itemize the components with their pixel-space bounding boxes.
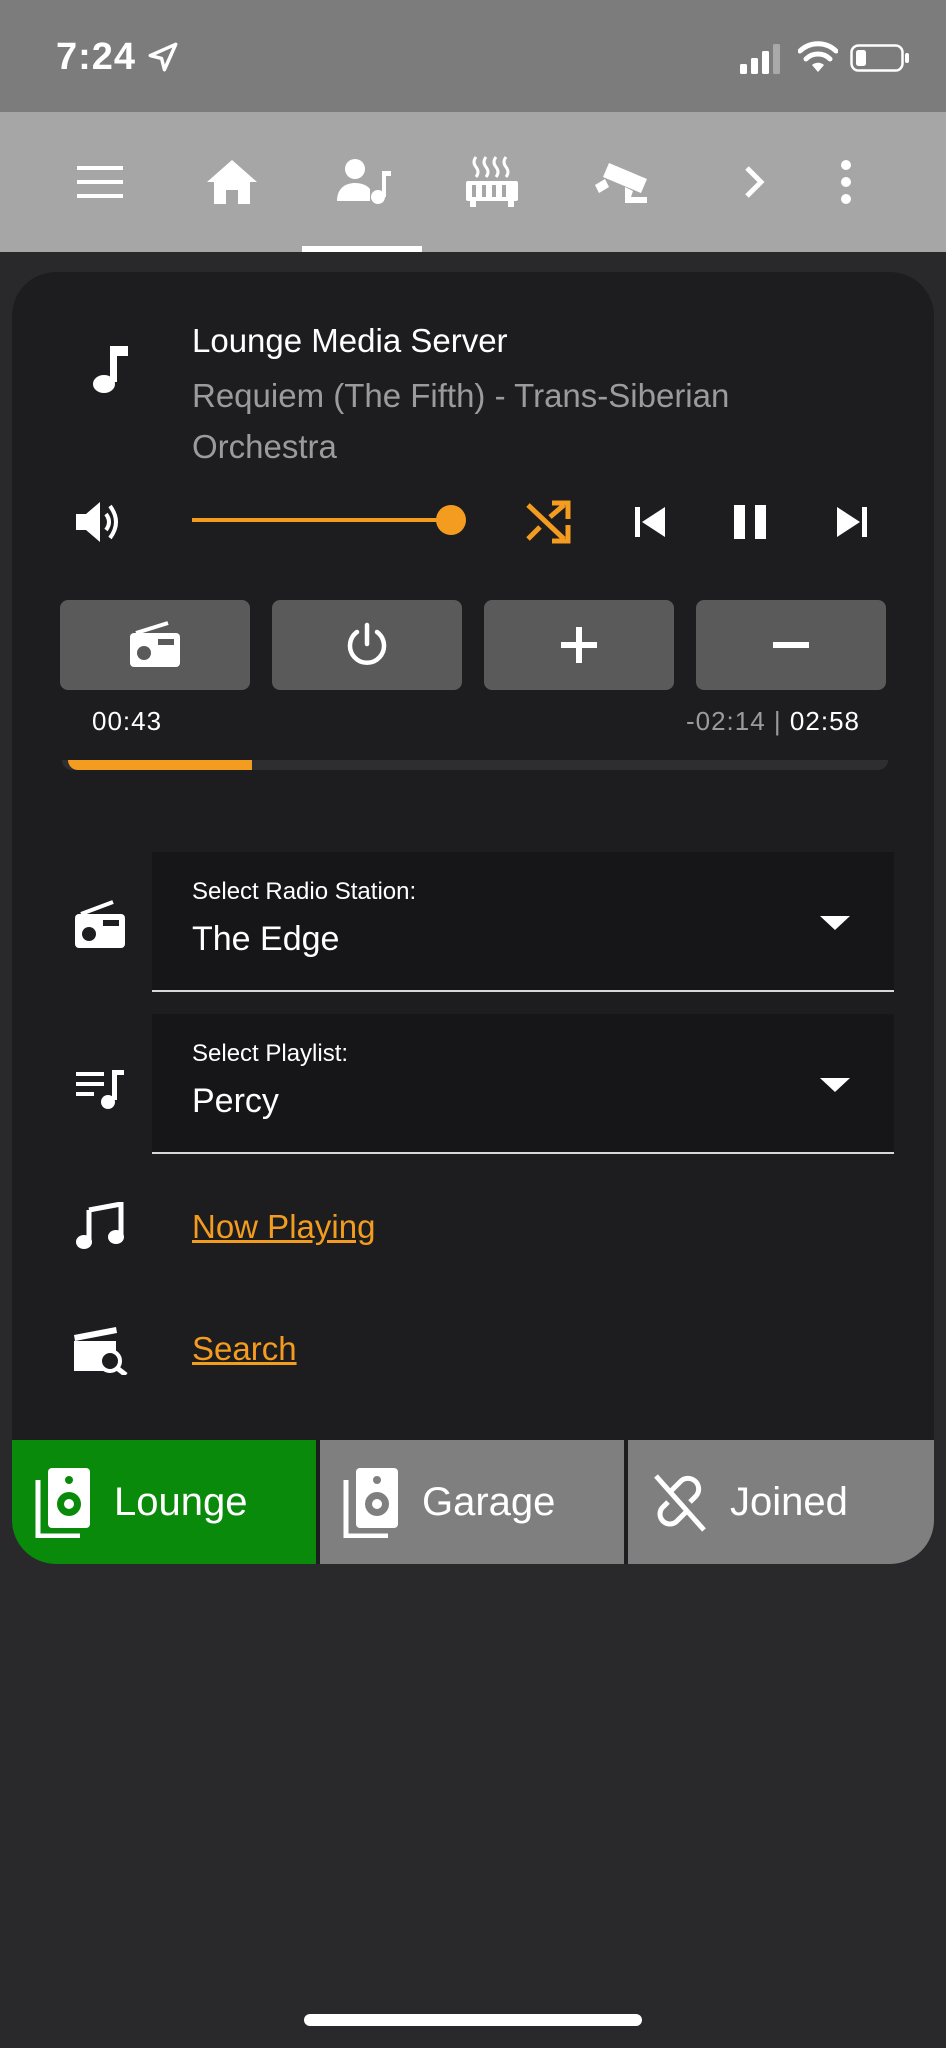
more-vert-icon[interactable] xyxy=(816,152,876,212)
battery-icon xyxy=(850,44,909,72)
music-note-icon xyxy=(93,346,128,393)
zone-garage-label: Garage xyxy=(422,1479,556,1524)
active-tab-indicator xyxy=(302,246,422,252)
top-toolbar xyxy=(0,112,946,252)
zone-joined-button[interactable]: Joined xyxy=(628,1440,934,1564)
media-card: Lounge Media Server Requiem (The Fifth) … xyxy=(12,272,934,1564)
pause-icon[interactable] xyxy=(722,494,778,550)
person-music-icon[interactable] xyxy=(334,152,394,212)
zone-garage-button[interactable]: Garage xyxy=(320,1440,624,1564)
zone-joined-label: Joined xyxy=(730,1479,848,1524)
zone-selector: Lounge Garage Joined xyxy=(12,1440,934,1564)
status-bar: 7:24 xyxy=(0,0,946,112)
volume-up-button[interactable] xyxy=(484,600,674,690)
shuffle-icon[interactable] xyxy=(520,494,576,550)
search-link[interactable]: Search xyxy=(192,1330,297,1368)
chevron-right-icon[interactable] xyxy=(724,152,784,212)
zone-lounge-label: Lounge xyxy=(114,1479,248,1524)
radio-station-select[interactable]: Select Radio Station: The Edge xyxy=(152,852,894,992)
speaker-icon xyxy=(343,1468,398,1538)
media-player-name: Lounge Media Server xyxy=(192,322,508,359)
minus-icon xyxy=(773,642,809,648)
location-arrow-icon xyxy=(148,42,178,72)
plus-icon xyxy=(561,627,597,663)
radio-station-label: Select Radio Station: xyxy=(192,878,417,905)
music-notes-icon xyxy=(70,1196,130,1256)
playlist-value: Percy xyxy=(192,1082,279,1120)
heater-icon[interactable] xyxy=(462,152,522,212)
volume-slider-knob[interactable] xyxy=(436,505,466,535)
wifi-icon xyxy=(798,41,838,72)
status-time: 7:24 xyxy=(56,36,137,78)
cctv-icon[interactable] xyxy=(594,152,654,212)
dropdown-arrow-icon xyxy=(820,1078,850,1092)
total-duration: 02:58 xyxy=(789,706,860,736)
video-search-icon xyxy=(70,1318,130,1378)
speaker-icon xyxy=(35,1468,90,1538)
time-separator: | xyxy=(773,706,782,736)
volume-down-button[interactable] xyxy=(696,600,886,690)
skip-next-icon[interactable] xyxy=(824,494,880,550)
remaining-time: -02:14 xyxy=(685,706,766,736)
playlist-select[interactable]: Select Playlist: Percy xyxy=(152,1014,894,1154)
menu-icon[interactable] xyxy=(70,152,130,212)
link-off-icon xyxy=(654,1474,706,1532)
power-icon xyxy=(347,622,387,665)
playlist-label: Select Playlist: xyxy=(192,1040,349,1067)
volume-slider-track[interactable] xyxy=(192,518,454,522)
radio-button[interactable] xyxy=(60,600,250,690)
radio-station-value: The Edge xyxy=(192,920,340,958)
power-button[interactable] xyxy=(272,600,462,690)
time-info: -02:14 | 02:58 xyxy=(686,706,860,737)
radio-station-icon xyxy=(70,896,130,956)
dropdown-arrow-icon xyxy=(820,916,850,930)
progress-fill xyxy=(68,760,252,770)
zone-lounge-button[interactable]: Lounge xyxy=(12,1440,316,1564)
radio-icon xyxy=(130,621,180,667)
home-indicator[interactable] xyxy=(304,2014,642,2026)
elapsed-time: 00:43 xyxy=(92,706,163,736)
now-playing-link[interactable]: Now Playing xyxy=(192,1208,375,1246)
skip-previous-icon[interactable] xyxy=(622,494,678,550)
cellular-signal-icon xyxy=(740,44,780,74)
media-track-info: Requiem (The Fifth) - Trans-Siberian Orc… xyxy=(192,377,730,465)
volume-up-icon[interactable] xyxy=(72,494,128,550)
playlist-icon xyxy=(70,1058,130,1118)
home-icon[interactable] xyxy=(202,152,262,212)
